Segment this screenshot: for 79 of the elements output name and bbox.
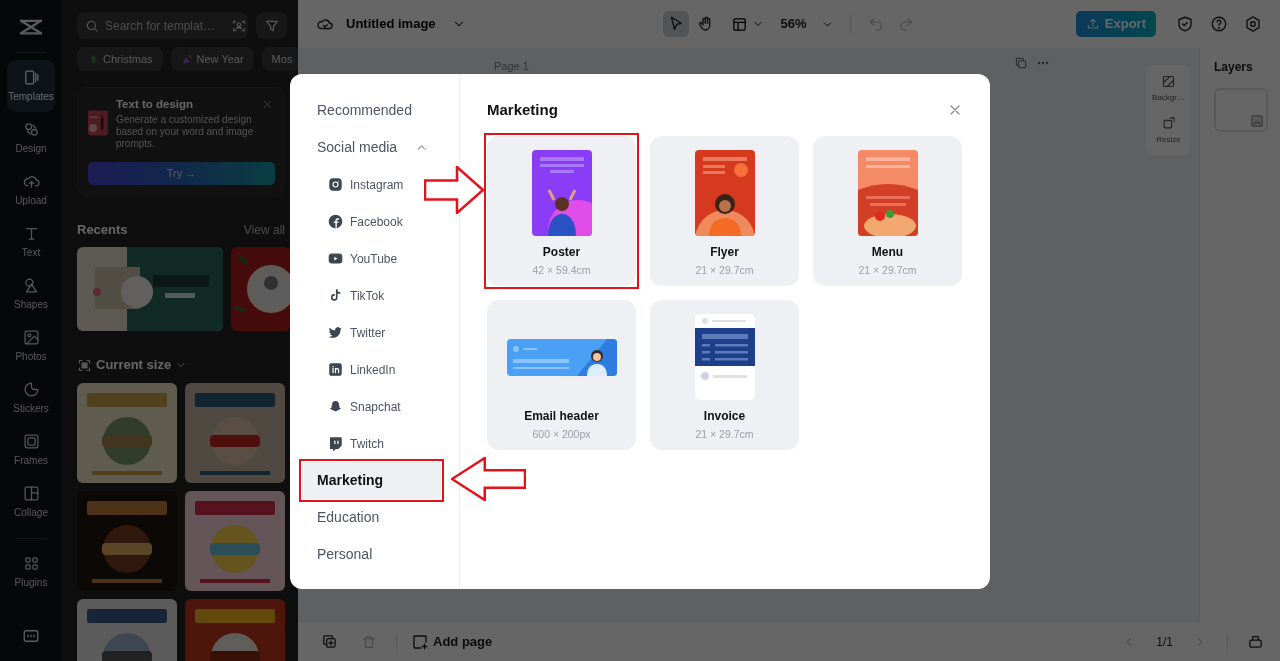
category-item[interactable]: YouTube <box>302 240 441 277</box>
resize-button[interactable]: Resize <box>1146 113 1191 149</box>
image-icon <box>1250 114 1264 128</box>
redo-icon <box>897 16 914 32</box>
bird-icon <box>328 325 343 340</box>
collage-icon <box>22 484 40 502</box>
add-page-icon <box>411 632 429 651</box>
tray-icon <box>1246 633 1264 650</box>
camera-icon <box>328 177 343 192</box>
play-button-icon <box>328 251 343 266</box>
category-item[interactable]: Social media <box>302 129 441 166</box>
shield-icon <box>1176 15 1194 33</box>
template-card[interactable]: Menu 21 × 29.7cm <box>813 136 962 286</box>
sidebar-item[interactable]: Stickers <box>7 372 55 424</box>
shapes-icon <box>22 276 40 294</box>
phone-icon <box>22 68 40 86</box>
ghost-icon <box>328 399 343 414</box>
try-button[interactable]: Try → <box>88 161 275 185</box>
upload-icon <box>1085 17 1100 31</box>
square-logo-icon <box>328 362 343 377</box>
filter-button[interactable] <box>256 12 287 39</box>
dialog-title: Marketing <box>487 100 558 120</box>
layer-thumbnail[interactable] <box>1214 88 1268 132</box>
promo-title: Text to design <box>115 98 194 112</box>
undo-icon <box>867 16 884 32</box>
zoom-dropdown[interactable]: 56% <box>776 14 838 34</box>
category-item[interactable]: Recommended <box>302 92 441 129</box>
plugins-icon <box>22 554 40 572</box>
sidebar-item[interactable]: Collage <box>7 476 55 528</box>
sticker-icon <box>22 380 40 398</box>
party-icon <box>180 52 194 66</box>
trash-icon <box>361 633 377 650</box>
sidebar-item[interactable]: Templates <box>7 60 55 112</box>
view-all-link[interactable]: View all <box>243 220 285 239</box>
sidebar-item[interactable]: Design <box>7 112 55 164</box>
sidebar-item[interactable]: Shapes <box>7 268 55 320</box>
file-title-button[interactable]: Untitled image <box>346 14 466 34</box>
template-card[interactable]: Email header 600 × 200px <box>487 300 636 450</box>
layout-dropdown[interactable] <box>731 15 765 33</box>
category-item[interactable]: Facebook <box>302 203 441 240</box>
frame-icon <box>22 432 40 450</box>
category-item[interactable]: Twitter <box>302 314 441 351</box>
category-item[interactable]: TikTok <box>302 277 441 314</box>
category-item[interactable]: Snapchat <box>302 388 441 425</box>
panel-title: Layers <box>1214 59 1254 76</box>
sidebar-item[interactable]: Plugins <box>7 546 55 598</box>
sidebar-item[interactable]: Upload <box>7 164 55 216</box>
copy-icon[interactable] <box>1014 56 1028 70</box>
help-icon <box>1210 15 1228 33</box>
section-title: Current size <box>96 356 172 375</box>
page-counter: 1/1 <box>1156 633 1173 651</box>
sidebar-item[interactable]: Text <box>7 216 55 268</box>
settings-icon <box>1244 15 1262 33</box>
category-item[interactable]: Education <box>302 499 441 536</box>
category-item[interactable]: Twitch <box>302 425 441 462</box>
template-card[interactable]: Invoice 21 × 29.7cm <box>650 300 799 450</box>
round-logo-icon <box>328 214 343 229</box>
photo-icon <box>22 328 40 346</box>
sidebar-item[interactable]: Frames <box>7 424 55 476</box>
layout-icon <box>731 15 749 33</box>
template-card[interactable]: Flyer 21 × 29.7cm <box>650 136 799 286</box>
category-item[interactable]: LinkedIn <box>302 351 441 388</box>
background-icon <box>1161 74 1176 89</box>
frame-size-icon <box>77 357 92 373</box>
sidebar-item[interactable]: Photos <box>7 320 55 372</box>
section-title: Recents <box>77 220 128 239</box>
tool-button[interactable] <box>663 11 690 37</box>
resize-icon <box>1161 116 1176 131</box>
category-item[interactable]: Personal <box>302 536 441 573</box>
annotation-arrow <box>424 166 484 214</box>
music-note-icon <box>328 288 343 303</box>
search-icon <box>85 18 99 33</box>
chat-bubble-icon <box>328 436 343 451</box>
keyboard-icon[interactable] <box>22 627 40 645</box>
duplicate-icon <box>320 633 338 650</box>
add-page-button[interactable]: Add page <box>411 631 493 652</box>
filter-chip[interactable]: New Year <box>170 47 254 71</box>
design-icon <box>22 120 40 138</box>
export-button[interactable]: Export <box>1075 11 1156 37</box>
